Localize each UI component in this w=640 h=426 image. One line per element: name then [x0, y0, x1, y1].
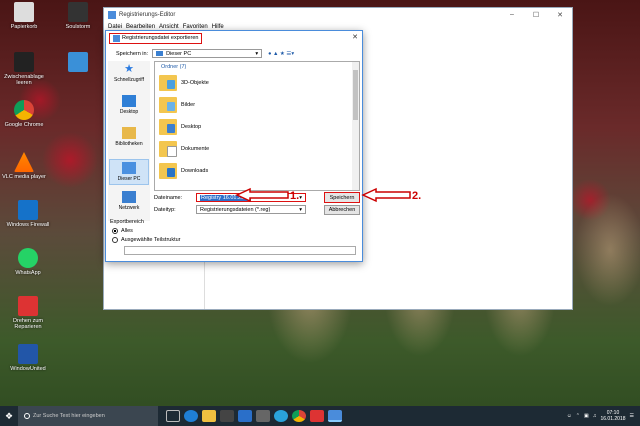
task-view-icon[interactable] — [166, 410, 180, 422]
chevron-up-icon[interactable]: ⌃ — [576, 413, 580, 419]
search-icon — [24, 413, 30, 419]
clock-date: 16.01.2018 — [600, 416, 626, 422]
telegram-icon[interactable] — [274, 410, 288, 422]
people-icon[interactable]: ☺ — [567, 413, 572, 419]
store-icon[interactable] — [220, 410, 234, 422]
taskbar-search[interactable]: Zur Suche Text hier eingeben — [18, 406, 158, 426]
network-tray-icon[interactable]: ▣ — [584, 413, 589, 419]
arrow-2 — [361, 187, 411, 203]
search-placeholder: Zur Suche Text hier eingeben — [33, 413, 105, 419]
edge-icon[interactable] — [184, 410, 198, 422]
start-button[interactable]: ❖ — [0, 406, 18, 426]
mail-icon[interactable] — [238, 410, 252, 422]
volume-icon[interactable]: ♫ — [593, 413, 597, 419]
annotation-overlay — [235, 187, 411, 203]
notifications-icon[interactable]: ☰ — [630, 413, 634, 419]
regedit-taskbar-icon[interactable] — [328, 410, 342, 422]
explorer-icon[interactable] — [202, 410, 216, 422]
step-1-label: 1. — [290, 190, 300, 202]
app-taskbar-icon[interactable] — [310, 410, 324, 422]
system-tray: ☺ ⌃ ▣ ♫ 07:10 16.01.2018 ☰ — [567, 410, 640, 422]
windows-logo-icon: ❖ — [4, 410, 14, 421]
camera-icon[interactable] — [256, 410, 270, 422]
taskbar: ❖ Zur Suche Text hier eingeben ☺ ⌃ ▣ ♫ 0… — [0, 406, 640, 426]
step-2-label: 2. — [412, 190, 422, 202]
chrome-taskbar-icon[interactable] — [292, 410, 306, 422]
arrow-1 — [235, 187, 289, 203]
clock[interactable]: 07:10 16.01.2018 — [600, 410, 625, 422]
